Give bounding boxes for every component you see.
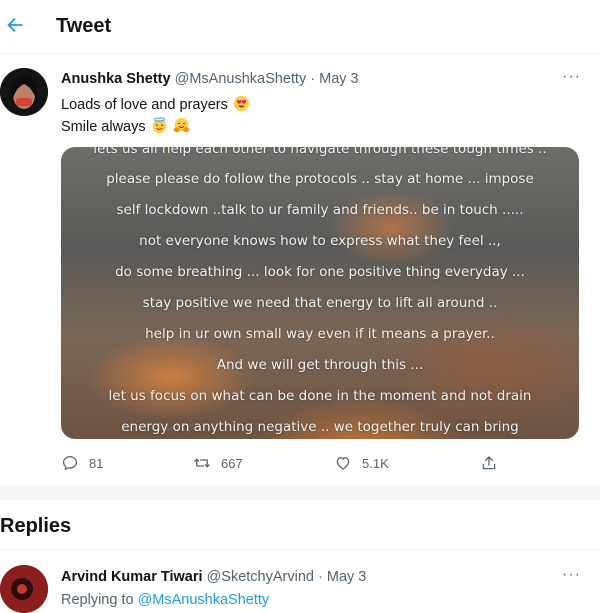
back-arrow-icon[interactable] bbox=[4, 14, 26, 36]
image-text-line: please please do follow the protocols ..… bbox=[106, 171, 534, 187]
retweet-count: 667 bbox=[221, 455, 243, 471]
tweet-actions: 81 667 5.1K bbox=[0, 454, 600, 474]
image-text-line: lets us all help each other to navigate … bbox=[93, 147, 547, 157]
share-button[interactable] bbox=[480, 454, 498, 472]
like-button[interactable]: 5.1K bbox=[334, 454, 389, 472]
divider bbox=[0, 550, 600, 551]
heart-icon bbox=[336, 457, 350, 470]
reply-button[interactable]: 81 bbox=[61, 454, 103, 472]
image-text-line: energy on anything negative .. we togeth… bbox=[121, 419, 519, 435]
author-handle[interactable]: @MsAnushkaShetty bbox=[175, 71, 307, 87]
more-options-icon[interactable]: ··· bbox=[562, 68, 581, 86]
tweet-text: Loads of love and prayers bbox=[61, 97, 228, 113]
reply-author-avatar[interactable] bbox=[0, 565, 48, 613]
replying-handle-link[interactable]: @MsAnushkaShetty bbox=[138, 592, 270, 608]
replies-heading: Replies bbox=[0, 515, 72, 537]
tweet-header: Anushka Shetty @MsAnushkaShetty · May 3 bbox=[61, 71, 359, 87]
image-text-line: not everyone knows how to express what t… bbox=[139, 233, 501, 249]
retweet-icon bbox=[194, 458, 210, 468]
share-icon bbox=[482, 456, 496, 470]
image-text-line: do some breathing ... look for one posit… bbox=[115, 264, 525, 280]
reply-author-name[interactable]: Arvind Kumar Tiwari bbox=[61, 569, 203, 585]
image-text-line: help in ur own small way even if it mean… bbox=[145, 326, 495, 342]
author-name[interactable]: Anushka Shetty bbox=[61, 71, 171, 87]
image-text-line: let us focus on what can be done in the … bbox=[108, 388, 532, 404]
tweet-text-line-2: Smile always bbox=[61, 117, 190, 135]
header-separator: · bbox=[318, 569, 323, 585]
tweet-text: Smile always bbox=[61, 119, 146, 135]
section-divider bbox=[0, 486, 600, 500]
retweet-button[interactable]: 667 bbox=[193, 454, 243, 472]
replying-to: Replying to @MsAnushkaShetty bbox=[61, 592, 269, 608]
image-text-line: And we will get through this ... bbox=[216, 357, 424, 373]
image-text-line: stay positive we need that energy to lif… bbox=[142, 295, 498, 311]
replying-prefix: Replying to bbox=[61, 592, 134, 608]
page-title: Tweet bbox=[56, 15, 112, 37]
heart-eyes-emoji-icon bbox=[233, 95, 250, 112]
hugging-emoji-icon bbox=[173, 117, 189, 133]
halo-smile-emoji-icon bbox=[152, 117, 166, 134]
top-bar: Tweet bbox=[0, 0, 600, 55]
reply-author-handle[interactable]: @SketchyArvind bbox=[207, 569, 314, 585]
like-count: 5.1K bbox=[362, 455, 389, 471]
image-text-line: self lockdown ..talk to ur family and fr… bbox=[116, 202, 524, 218]
header-separator: · bbox=[310, 71, 316, 87]
reply-icon bbox=[62, 455, 78, 471]
author-avatar[interactable] bbox=[0, 68, 48, 116]
more-options-icon[interactable]: ··· bbox=[562, 566, 581, 584]
tweet-date[interactable]: May 3 bbox=[319, 71, 359, 87]
tweet-text-line-1: Loads of love and prayers bbox=[61, 95, 250, 113]
reply-count: 81 bbox=[89, 455, 104, 471]
reply-date[interactable]: May 3 bbox=[327, 569, 367, 585]
tweet-image[interactable]: lets us all help each other to navigate … bbox=[61, 147, 579, 439]
reply-header: Arvind Kumar Tiwari @SketchyArvind · May… bbox=[61, 569, 366, 585]
